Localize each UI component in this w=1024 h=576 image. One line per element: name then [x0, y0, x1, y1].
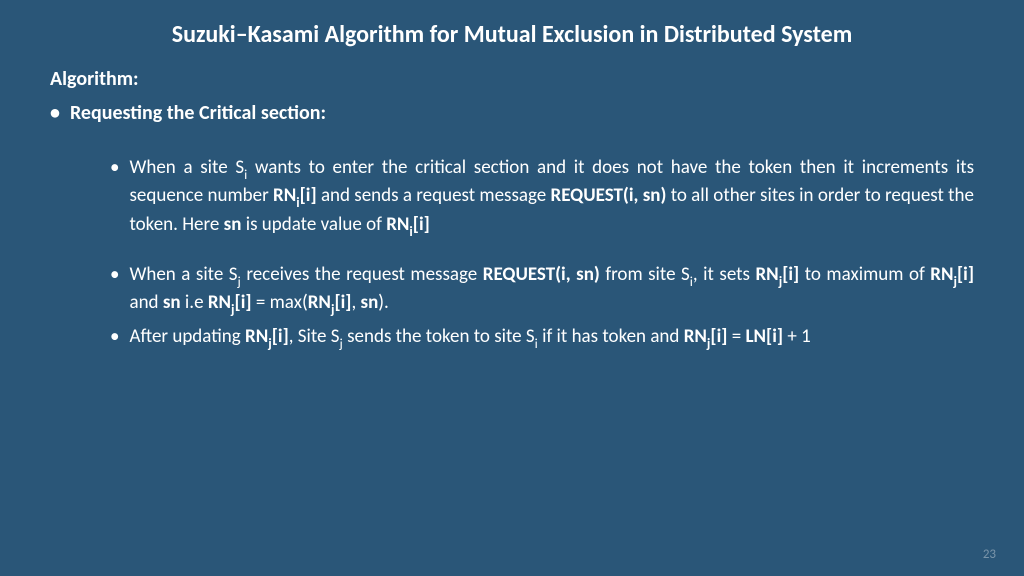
section-heading: Algorithm: [50, 67, 974, 91]
bullet-para2: • When a site Sj receives the request me… [110, 262, 974, 319]
bullet-icon: • [110, 155, 119, 240]
slide-title: Suzuki–Kasami Algorithm for Mutual Exclu… [50, 20, 974, 49]
bullet-icon: • [110, 324, 119, 352]
bullet-text: Requesting the Critical section: [70, 101, 974, 125]
bullet-para3: • After updating RNj[i], Site Sj sends t… [110, 324, 974, 352]
bullet-requesting: • Requesting the Critical section: [50, 101, 974, 125]
page-number: 23 [983, 547, 996, 562]
para2-text: When a site Sj receives the request mess… [129, 262, 974, 319]
bullet-para1: • When a site Si wants to enter the crit… [110, 155, 974, 240]
para1-text: When a site Si wants to enter the critic… [129, 155, 974, 240]
bullet-icon: • [110, 262, 119, 319]
para3-text: After updating RNj[i], Site Sj sends the… [129, 324, 974, 352]
bullet-icon: • [50, 101, 60, 125]
